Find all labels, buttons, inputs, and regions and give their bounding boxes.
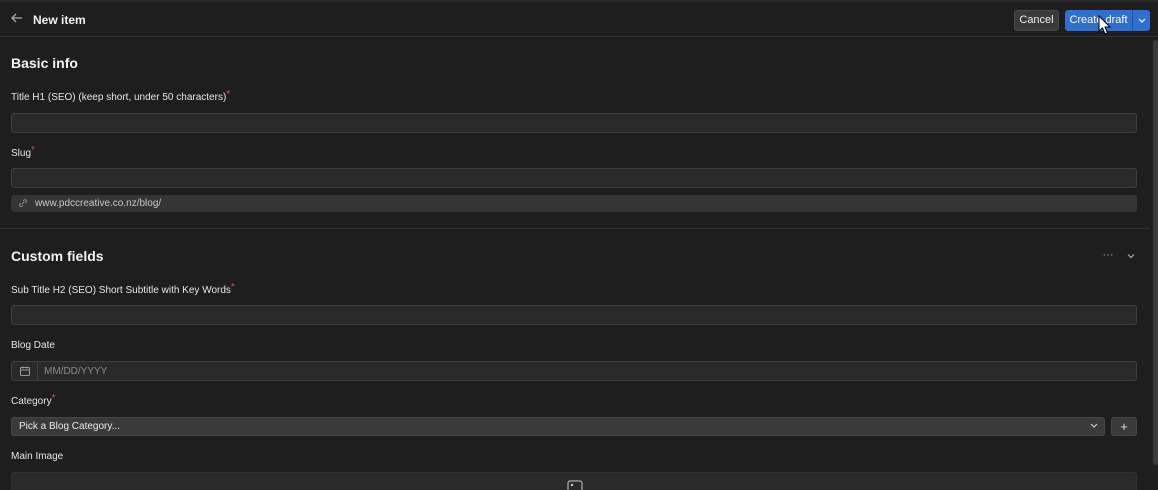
chevron-down-icon (1090, 423, 1098, 428)
calendar-icon (20, 366, 30, 376)
category-select[interactable]: Pick a Blog Category... (11, 417, 1105, 436)
required-marker: * (31, 145, 35, 156)
title-input[interactable] (11, 113, 1137, 133)
section-divider (0, 228, 1150, 229)
cancel-button[interactable]: Cancel (1014, 10, 1059, 31)
subtitle-field-label: Sub Title H2 (SEO) Short Subtitle with K… (11, 282, 235, 297)
blog-date-input[interactable]: MM/DD/YYYY (11, 361, 1137, 381)
slug-url-preview: www.pdccreative.co.nz/blog/ (11, 195, 1137, 212)
blog-date-label: Blog Date (11, 340, 55, 351)
add-category-button[interactable]: + (1111, 417, 1137, 436)
scrollbar-thumb[interactable] (1153, 40, 1158, 465)
slug-prefix: www.pdccreative.co.nz/blog/ (35, 198, 162, 209)
link-icon (19, 199, 27, 207)
page-title: New item (33, 13, 86, 27)
back-arrow-icon[interactable] (9, 11, 25, 27)
title-field-label-text: Title H1 (SEO) (keep short, under 50 cha… (11, 92, 227, 103)
main-image-label: Main Image (11, 451, 64, 462)
slug-label: Slug* (11, 145, 35, 160)
date-placeholder: MM/DD/YYYY (44, 366, 108, 377)
chevron-down-icon (1138, 18, 1146, 23)
slug-input[interactable] (11, 168, 1137, 188)
main-image-upload[interactable] (11, 472, 1137, 490)
custom-fields-heading: Custom fields (11, 248, 104, 264)
mouse-cursor-icon (1098, 15, 1111, 35)
category-label-text: Category (11, 396, 52, 407)
subtitle-label-text: Sub Title H2 (SEO) Short Subtitle with K… (11, 285, 231, 296)
image-icon (567, 480, 583, 490)
subtitle-input[interactable] (11, 305, 1137, 325)
date-picker-button[interactable] (12, 362, 38, 380)
required-marker: * (51, 393, 56, 404)
category-selected-value: Pick a Blog Category... (19, 421, 120, 432)
top-bar: New item Cancel Create draft (0, 0, 1158, 37)
slug-label-text: Slug (11, 148, 32, 159)
create-options-dropdown[interactable] (1132, 10, 1150, 31)
basic-info-heading: Basic info (11, 55, 78, 71)
required-marker: * (230, 282, 235, 293)
title-field-label: Title H1 (SEO) (keep short, under 50 cha… (11, 89, 231, 104)
more-options-icon[interactable]: ··· (1101, 249, 1115, 261)
required-marker: * (226, 89, 231, 100)
chevron-down-icon[interactable] (1125, 250, 1137, 262)
category-label: Category* (11, 393, 56, 408)
